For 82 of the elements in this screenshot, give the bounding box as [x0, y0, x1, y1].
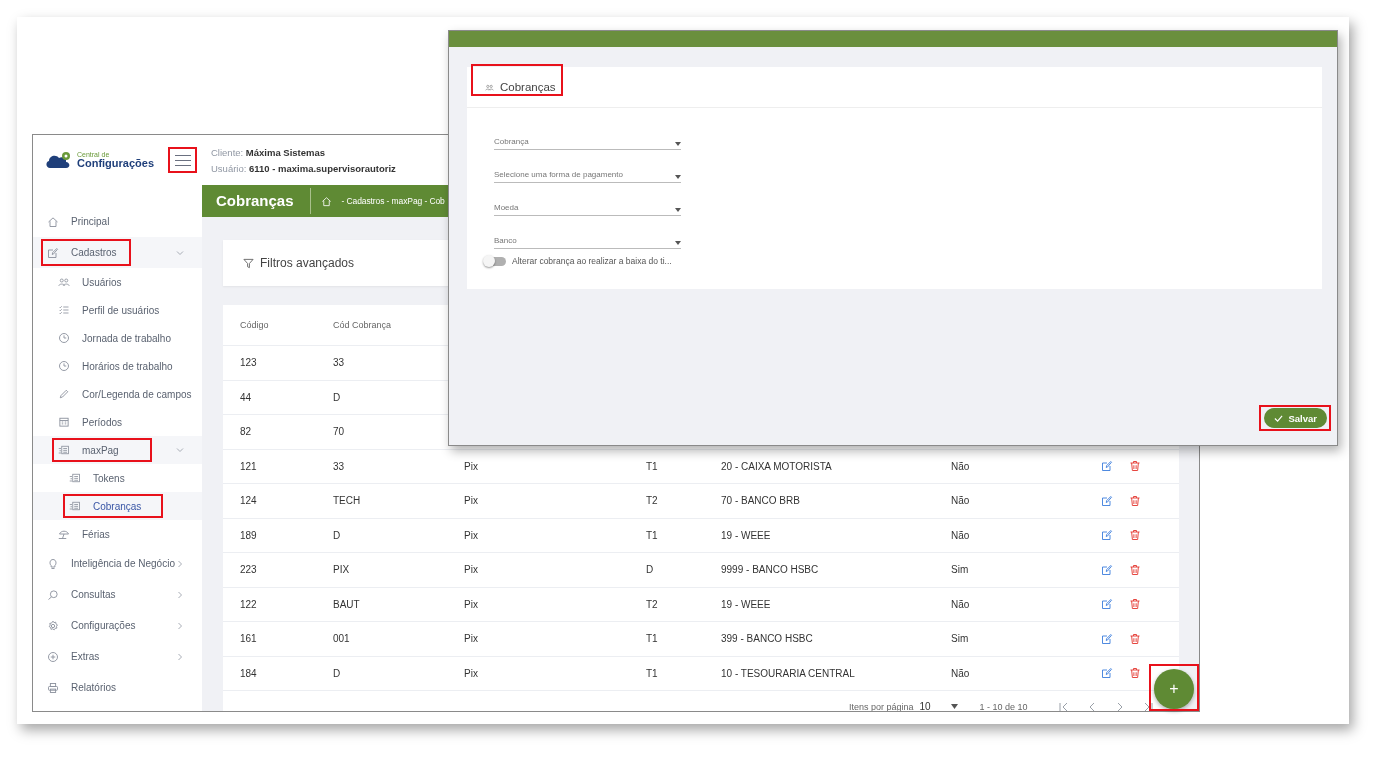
sidebar-item[interactable]: Cadastros — [33, 237, 202, 268]
table-cell-text: T1 — [646, 460, 659, 472]
sidebar-item[interactable]: Usuários — [33, 268, 202, 296]
sidebar-item[interactable]: maxPag — [33, 436, 202, 464]
table-cell-text: TECH — [333, 495, 362, 507]
table-cell-text: D — [333, 667, 342, 679]
table-cell-text: Não — [951, 460, 971, 472]
sidebar-item[interactable]: Configurações — [33, 610, 202, 641]
table-cell-text: 123 — [240, 357, 258, 369]
dialog-title: Cobranças — [500, 81, 556, 93]
sidebar-item[interactable]: Cor/Legenda de campos — [33, 380, 202, 408]
page-size-label: Itens por página — [849, 702, 914, 711]
sidebar-item[interactable]: Extras — [33, 641, 202, 672]
sidebar-item[interactable]: Tokens — [33, 464, 202, 492]
sidebar-item[interactable]: Relatórios — [33, 672, 202, 703]
table-cell-text: 001 — [333, 633, 351, 645]
table-cell-text: T1 — [646, 529, 659, 541]
table-cell-text: T2 — [646, 598, 659, 610]
table-cell-text: Pix — [464, 495, 479, 507]
toggle-label: Alterar cobrança ao realizar a baixa do ti... — [512, 256, 672, 266]
table-cell-text: Pix — [464, 529, 479, 541]
table-cell-text: Não — [951, 529, 971, 541]
table-cell-text: 33 — [333, 460, 346, 472]
table-cell-text: 19 - WEEE — [721, 598, 772, 610]
page-range: 1 - 10 de 10 — [979, 702, 1028, 711]
sidebar-item[interactable]: Perfil de usuários — [33, 296, 202, 324]
table-cell-text: 70 - BANCO BRB — [721, 495, 801, 507]
filter-label: Filtros avançados — [260, 256, 355, 270]
table-cell-text: Pix — [464, 460, 479, 472]
table-cell-text: T1 — [646, 667, 659, 679]
table-cell-text: 10 - TESOURARIA CENTRAL — [721, 667, 856, 679]
table-cell-text: Pix — [464, 598, 479, 610]
sidebar-item[interactable]: Férias — [33, 520, 202, 548]
sidebar-item[interactable]: Períodos — [33, 408, 202, 436]
table-cell-text: 121 — [240, 460, 258, 472]
table-cell-text: Não — [951, 598, 971, 610]
table-cell-text: 9999 - BANCO HSBC — [721, 564, 820, 576]
table-cell-text: Pix — [464, 667, 479, 679]
logo-title: Configurações — [77, 158, 154, 169]
dropdown-field[interactable]: Moeda — [494, 196, 681, 216]
sidebar-item[interactable]: Horários de trabalho — [33, 352, 202, 380]
table-cell-text: D — [333, 529, 342, 541]
table-cell-text: 161 — [240, 633, 258, 645]
table-cell-text: Pix — [464, 633, 479, 645]
table-cell-text: Não — [951, 667, 971, 679]
sidebar-item[interactable]: Cobranças — [33, 492, 202, 520]
user-info: Usuário: 6110 - maxima.supervisorautoriz — [211, 162, 396, 174]
table-cell-text: 20 - CAIXA MOTORISTA — [721, 460, 833, 472]
table-cell-text: 82 — [240, 426, 253, 438]
sidebar-item[interactable]: Jornada de trabalho — [33, 324, 202, 352]
table-cell-text: 70 — [333, 426, 346, 438]
table-cell-text: D — [333, 391, 342, 403]
table-cell-text: 44 — [240, 391, 253, 403]
page-title: Cobranças — [202, 188, 311, 214]
table-cell-text: 223 — [240, 564, 258, 576]
table-cell-text: 122 — [240, 598, 258, 610]
dropdown-field[interactable]: Selecione uma forma de pagamento — [494, 163, 681, 183]
table-cell-text: T2 — [646, 495, 659, 507]
table-cell-text: 19 - WEEE — [721, 529, 772, 541]
dropdown-field[interactable]: Banco — [494, 229, 681, 249]
table-cell-text: BAUT — [333, 598, 361, 610]
page-size-select[interactable]: 10 — [919, 701, 958, 711]
column-header: Cód Cobrança — [333, 320, 393, 330]
table-cell-text: 189 — [240, 529, 258, 541]
table-cell-text: 399 - BANCO HSBC — [721, 633, 814, 645]
table-cell-text: 124 — [240, 495, 258, 507]
table-cell-text: Pix — [464, 564, 479, 576]
table-cell-text: 33 — [333, 357, 346, 369]
table-cell-text: Sim — [951, 564, 970, 576]
breadcrumb: - Cadastros - maxPag - Cob — [341, 196, 445, 206]
sidebar-item[interactable]: Inteligência de Negócio — [33, 548, 202, 579]
client-info: Cliente: Máxima Sistemas — [211, 146, 326, 158]
table-cell-text: Não — [951, 495, 971, 507]
table-cell-text: PIX — [333, 564, 351, 576]
table-cell-text: Sim — [951, 633, 970, 645]
dropdown-field[interactable]: Cobrança — [494, 130, 681, 150]
sidebar-item[interactable]: Consultas — [33, 579, 202, 610]
sidebar-item[interactable]: Principal — [33, 206, 202, 237]
table-cell-text: 184 — [240, 667, 258, 679]
table-cell-text: T1 — [646, 633, 659, 645]
column-header: Código — [240, 320, 270, 330]
table-cell-text: D — [646, 564, 655, 576]
